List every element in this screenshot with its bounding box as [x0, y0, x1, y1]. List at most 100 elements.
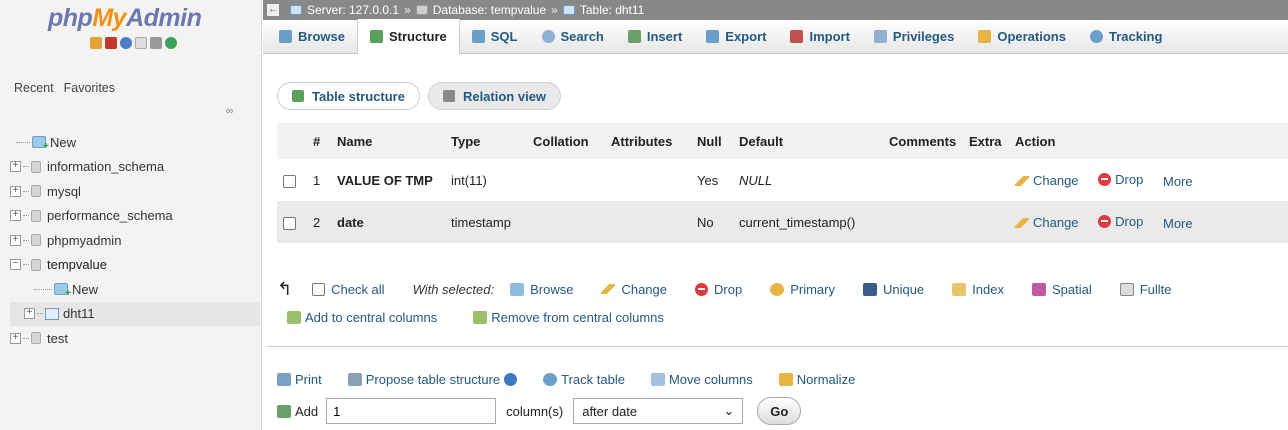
tree-db-performance-schema[interactable]: + performance_schema — [10, 204, 260, 229]
tab-insert[interactable]: Insert — [616, 20, 694, 54]
browse-icon — [510, 282, 525, 296]
tab-search[interactable]: Search — [530, 20, 616, 54]
bulk-drop-button[interactable]: Drop — [695, 282, 742, 297]
bulk-index-button[interactable]: Index — [952, 282, 1004, 297]
change-button[interactable]: Change — [1015, 173, 1079, 188]
tab-sql[interactable]: SQL — [460, 20, 530, 54]
tree-db-mysql[interactable]: + mysql — [10, 179, 260, 204]
expand-icon[interactable]: + — [10, 161, 21, 173]
column-position-select[interactable]: after date ⌄ — [573, 398, 744, 424]
sql-icon — [471, 30, 485, 43]
column-null: No — [691, 201, 733, 243]
col-header: Comments — [883, 123, 963, 159]
tree-table-dht11[interactable]: + dht11 — [10, 301, 260, 326]
go-button[interactable]: Go — [757, 397, 802, 425]
print-link[interactable]: Print — [277, 372, 322, 387]
reload-icon[interactable] — [165, 37, 177, 49]
table-icon — [45, 307, 59, 320]
privileges-icon — [873, 30, 887, 43]
recent-tab[interactable]: Recent — [12, 80, 56, 96]
database-icon — [415, 5, 428, 15]
col-header: Collation — [527, 123, 605, 159]
add-central-columns-button[interactable]: Add to central columns — [287, 310, 437, 325]
bulk-change-button[interactable]: Change — [601, 282, 667, 297]
database-icon — [31, 209, 41, 222]
tree-new[interactable]: New — [10, 130, 260, 155]
column-count-input[interactable] — [326, 398, 497, 424]
subtab-relation-view[interactable]: Relation view — [427, 82, 562, 110]
tab-tracking[interactable]: Tracking — [1078, 20, 1174, 54]
col-header[interactable]: Name — [331, 123, 445, 159]
check-all-checkbox[interactable] — [312, 282, 326, 296]
move-columns-link[interactable]: Move columns — [650, 372, 753, 387]
tab-privileges[interactable]: Privileges — [862, 20, 966, 54]
tab-export[interactable]: Export — [694, 20, 778, 54]
tab-browse[interactable]: Browse — [267, 20, 357, 54]
breadcrumb-server[interactable]: Server: 127.0.0.1 — [307, 3, 399, 17]
subtab-table-structure[interactable]: Table structure — [277, 82, 420, 110]
central-columns-actions: Add to central columns Remove from centr… — [287, 310, 664, 325]
propose-icon — [347, 373, 362, 386]
collapse-icon[interactable]: − — [10, 259, 21, 271]
col-header: Attributes — [605, 123, 691, 159]
row-actions: Change Drop More — [1009, 201, 1288, 243]
link-with-main-icon[interactable]: ∞ — [226, 106, 233, 117]
row-checkbox[interactable] — [283, 216, 296, 230]
expand-icon[interactable]: + — [10, 185, 21, 197]
help-icon[interactable] — [120, 37, 132, 49]
row-actions: Change Drop More — [1009, 159, 1288, 201]
docs-icon[interactable] — [135, 37, 147, 49]
tab-structure[interactable]: Structure — [356, 19, 460, 54]
help-icon[interactable] — [504, 373, 518, 386]
table-icon — [562, 5, 575, 15]
tree-db-phpmyadmin[interactable]: + phpmyadmin — [10, 228, 260, 253]
database-icon — [31, 258, 41, 271]
normalize-link[interactable]: Normalize — [778, 372, 855, 387]
tab-operations[interactable]: Operations — [966, 20, 1078, 54]
browse-icon — [279, 30, 292, 43]
tree-db-test[interactable]: + test — [10, 326, 260, 351]
track-table-link[interactable]: Track table — [543, 372, 625, 387]
import-icon — [790, 30, 804, 43]
wrench-icon — [778, 373, 793, 386]
bulk-unique-button[interactable]: Unique — [862, 282, 924, 297]
tree-db-tempvalue[interactable]: − tempvalue — [10, 253, 260, 278]
check-all[interactable]: Check all — [312, 282, 385, 297]
bulk-spatial-button[interactable]: Spatial — [1031, 282, 1092, 297]
col-header: Extra — [963, 123, 1009, 159]
bulk-browse-button[interactable]: Browse — [510, 282, 573, 297]
insert-icon — [627, 30, 641, 43]
tree-db-information-schema[interactable]: + information_schema — [10, 155, 260, 180]
expand-icon[interactable]: + — [10, 234, 21, 246]
more-button[interactable]: More — [1163, 216, 1193, 231]
breadcrumb-table[interactable]: Table: dht11 — [580, 3, 645, 17]
database-icon — [31, 185, 41, 198]
table-row: 2 date timestamp No current_timestamp() … — [277, 201, 1288, 243]
row-checkbox[interactable] — [283, 174, 296, 188]
phpmyadmin-logo[interactable]: phpMyAdmin — [48, 4, 202, 33]
expand-icon[interactable]: + — [24, 308, 35, 320]
more-button[interactable]: More — [1163, 174, 1193, 189]
settings-icon[interactable] — [150, 37, 162, 49]
bulk-primary-button[interactable]: Primary — [770, 282, 835, 297]
home-icon[interactable] — [90, 37, 102, 49]
propose-structure-link[interactable]: Propose table structure — [347, 372, 518, 387]
spatial-icon — [1031, 282, 1046, 296]
drop-button[interactable]: Drop — [1098, 172, 1143, 187]
column-default: NULL — [733, 159, 883, 201]
drop-button[interactable]: Drop — [1098, 214, 1143, 229]
breadcrumb-database[interactable]: Database: tempvalue — [433, 3, 546, 17]
expand-icon[interactable]: + — [10, 210, 21, 222]
logout-icon[interactable] — [105, 37, 117, 49]
bulk-fulltext-button[interactable]: Fullte — [1119, 282, 1172, 297]
collapse-arrow-icon[interactable]: ← — [267, 4, 279, 16]
column-name: date — [331, 201, 445, 243]
change-button[interactable]: Change — [1015, 215, 1079, 230]
favorites-tab[interactable]: Favorites — [62, 80, 117, 96]
expand-icon[interactable]: + — [10, 332, 21, 344]
tab-import[interactable]: Import — [778, 20, 861, 54]
tree-tempvalue-new[interactable]: New — [10, 277, 260, 302]
col-header: Default — [733, 123, 883, 159]
central-columns-icon — [473, 311, 488, 324]
remove-central-columns-button[interactable]: Remove from central columns — [473, 310, 664, 325]
